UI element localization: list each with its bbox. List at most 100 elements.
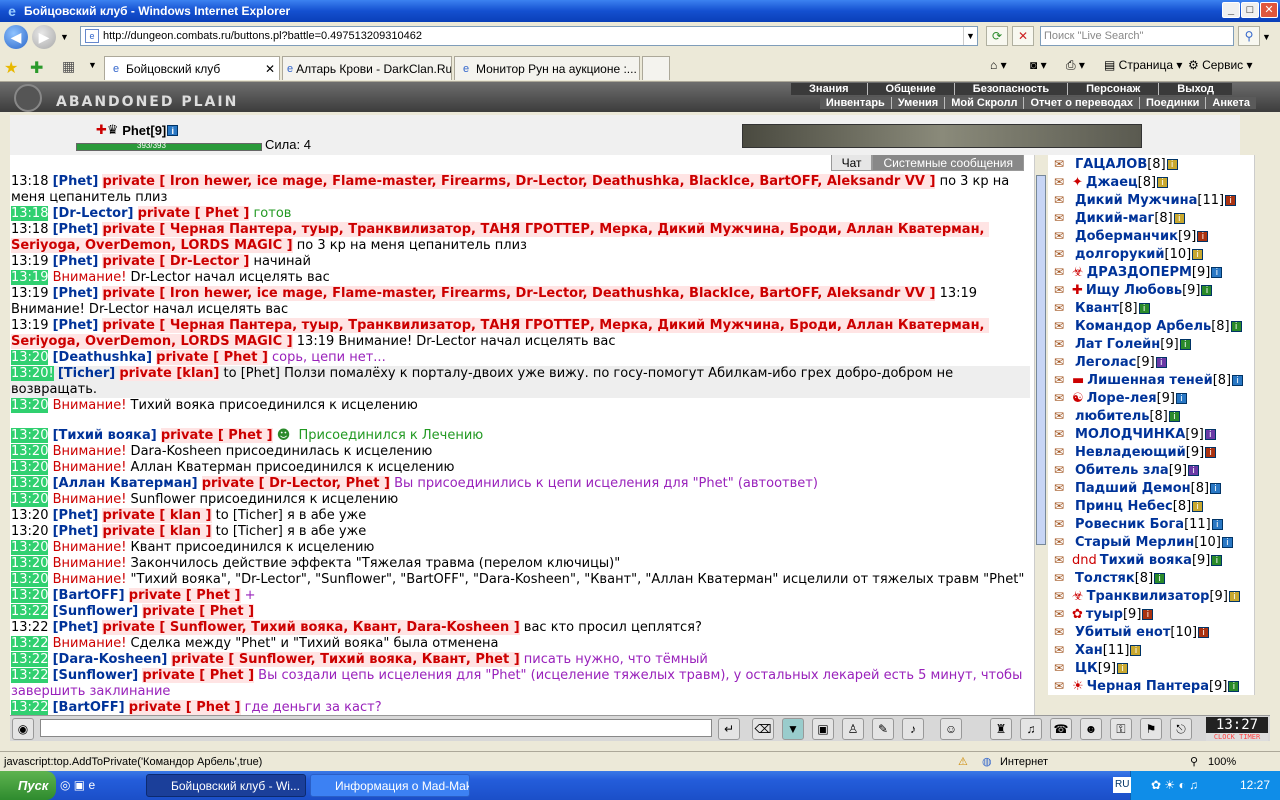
user-info-icon[interactable]: i: [1225, 194, 1237, 206]
chat-private-recipients[interactable]: private [ Dr-Lector ]: [102, 254, 250, 269]
chat-scroll-thumb[interactable]: [1036, 175, 1046, 545]
chat-timestamp[interactable]: 13:20: [11, 460, 49, 475]
user-name[interactable]: Дикий-маг: [1075, 211, 1154, 226]
chat-nick[interactable]: [Phet]: [53, 174, 99, 189]
user-list-item[interactable]: ✉ Командор Арбель [8] i: [1048, 317, 1254, 335]
chat-timestamp[interactable]: 13:19: [11, 254, 48, 269]
user-info-icon[interactable]: i: [1154, 572, 1166, 584]
chat-nick[interactable]: [Dr-Lector]: [53, 206, 134, 221]
user-info-icon[interactable]: i: [1204, 428, 1216, 440]
chat-private-recipients[interactable]: private [klan]: [119, 366, 220, 381]
chat-timestamp[interactable]: 13:20: [11, 428, 49, 443]
user-info-icon[interactable]: i: [1192, 248, 1204, 260]
send-icon[interactable]: ↵: [718, 718, 740, 740]
user-list-item[interactable]: ✉ ▬ Лишенная теней [8] i: [1048, 371, 1254, 389]
chat-mode-icon[interactable]: ◉: [12, 718, 34, 740]
maximize-button[interactable]: □: [1241, 2, 1259, 18]
user-list-item[interactable]: ✉ ✚ Ищу Любовь [9] i: [1048, 281, 1254, 299]
user-info-icon[interactable]: i: [1198, 626, 1210, 638]
chat-nick[interactable]: [Sunflower]: [53, 604, 139, 619]
private-message-icon[interactable]: ✉: [1054, 319, 1072, 333]
history-dropdown-icon[interactable]: ▼: [60, 32, 69, 42]
search-options-icon[interactable]: ▼: [1262, 32, 1271, 42]
chat-private-recipients[interactable]: private [ Phet ]: [128, 700, 241, 715]
game-submenu-item[interactable]: Инвентарь: [820, 97, 891, 109]
chat-timestamp[interactable]: 13:18: [11, 222, 48, 237]
chat-timestamp[interactable]: 13:19: [11, 286, 48, 301]
private-message-icon[interactable]: ✉: [1054, 301, 1072, 315]
add-favorites-icon[interactable]: ✚: [30, 58, 43, 78]
user-info-icon[interactable]: i: [1179, 338, 1191, 350]
game-menu-item[interactable]: Общение: [866, 83, 954, 95]
user-list-item[interactable]: ✉ Обитель зла [9] i: [1048, 461, 1254, 479]
user-info-icon[interactable]: i: [1157, 176, 1169, 188]
private-message-icon[interactable]: ✉: [1054, 175, 1072, 189]
chat-nick[interactable]: [Phet]: [53, 254, 99, 269]
user-list-item[interactable]: ✉ любитель [8] i: [1048, 407, 1254, 425]
chat-timestamp[interactable]: 13:19: [11, 318, 48, 333]
private-message-icon[interactable]: ✉: [1054, 571, 1072, 585]
user-list-item[interactable]: ✉ Старый Мерлин [10] i: [1048, 533, 1254, 551]
friends-icon[interactable]: ☻: [1080, 718, 1102, 740]
chat-nick[interactable]: [Phet]: [53, 318, 99, 333]
walk-icon[interactable]: ♙: [842, 718, 864, 740]
user-name[interactable]: ЦК: [1075, 661, 1098, 676]
music-icon[interactable]: ♫: [1020, 718, 1042, 740]
private-message-icon[interactable]: ✉: [1054, 409, 1072, 423]
stop-button[interactable]: ✕: [1012, 26, 1034, 46]
private-message-icon[interactable]: ✉: [1054, 157, 1072, 171]
user-info-icon[interactable]: i: [1211, 266, 1223, 278]
chat-timestamp[interactable]: 13:20: [11, 588, 49, 603]
private-message-icon[interactable]: ✉: [1054, 427, 1072, 441]
user-list-item[interactable]: ✉ ☀ Черная Пантера [9] i: [1048, 677, 1254, 695]
user-list-item[interactable]: ✉ Падший Демон [8] i: [1048, 479, 1254, 497]
private-message-icon[interactable]: ✉: [1054, 229, 1072, 243]
private-message-icon[interactable]: ✉: [1054, 679, 1072, 693]
user-name[interactable]: Дикий Мужчина: [1075, 193, 1197, 208]
private-message-icon[interactable]: ✉: [1054, 463, 1072, 477]
user-list-item[interactable]: ✉ Невладеющий [9] i: [1048, 443, 1254, 461]
user-list-item[interactable]: ✉ ✿ туыр [9] i: [1048, 605, 1254, 623]
game-submenu-item[interactable]: Поединки: [1139, 97, 1205, 109]
private-message-icon[interactable]: ✉: [1054, 643, 1072, 657]
chat-private-recipients[interactable]: private [ Iron hewer, ice mage, Flame-ma…: [102, 174, 936, 189]
private-message-icon[interactable]: ✉: [1054, 391, 1072, 405]
user-name[interactable]: любитель: [1075, 409, 1149, 424]
search-input[interactable]: Поиск "Live Search": [1040, 26, 1234, 46]
save-icon[interactable]: ▣: [812, 718, 834, 740]
address-url[interactable]: http://dungeon.combats.ru/buttons.pl?bat…: [103, 30, 422, 42]
tab-altar[interactable]: e Алтарь Крови - DarkClan.Ru: [282, 56, 452, 80]
chat-timestamp[interactable]: 13:22: [11, 636, 49, 651]
chat-nick[interactable]: [Phet]: [53, 524, 99, 539]
user-name[interactable]: Ищу Любовь: [1086, 283, 1182, 298]
user-info-icon[interactable]: i: [1210, 482, 1222, 494]
private-message-icon[interactable]: ✉: [1054, 445, 1072, 459]
user-list-item[interactable]: ✉ dnd Тихий вояка [9] i: [1048, 551, 1254, 569]
user-info-icon[interactable]: i: [1192, 500, 1204, 512]
chat-private-recipients[interactable]: private [ Dr-Lector, Phet ]: [201, 476, 390, 491]
user-name[interactable]: Падший Демон: [1075, 481, 1191, 496]
chat-timestamp[interactable]: 13:22: [11, 620, 48, 635]
task-fightclub[interactable]: Бойцовский клуб - Wi...: [146, 774, 306, 797]
language-indicator[interactable]: RU: [1113, 777, 1132, 793]
flag-icon[interactable]: ⚑: [1140, 718, 1162, 740]
user-info-icon[interactable]: i: [1197, 230, 1209, 242]
player-name[interactable]: Phet: [122, 123, 150, 138]
chat-private-recipients[interactable]: private [ Phet ]: [156, 350, 268, 365]
user-name[interactable]: Невладеющий: [1075, 445, 1186, 460]
user-name[interactable]: Лат Голейн: [1075, 337, 1160, 352]
user-name[interactable]: МОЛОДЧИНКА: [1075, 427, 1185, 442]
user-info-icon[interactable]: i: [1155, 356, 1167, 368]
chat-timestamp[interactable]: 13:18: [11, 174, 48, 189]
chat-private-recipients[interactable]: private [ Phet ]: [142, 604, 255, 619]
quicklaunch-icons[interactable]: ◎ ▣ e: [60, 778, 95, 792]
chat-timestamp[interactable]: 13:22: [11, 652, 49, 667]
chat-private-recipients[interactable]: private [ Phet ]: [137, 206, 250, 221]
private-message-icon[interactable]: ✉: [1054, 355, 1072, 369]
chat-timestamp[interactable]: 13:20: [11, 444, 49, 459]
game-menu-item[interactable]: Выход: [1158, 83, 1232, 95]
chat-timestamp[interactable]: 13:20: [11, 492, 49, 507]
game-submenu-item[interactable]: Мой Скролл: [944, 97, 1023, 109]
new-tab-button[interactable]: [642, 56, 670, 80]
private-message-icon[interactable]: ✉: [1054, 481, 1072, 495]
